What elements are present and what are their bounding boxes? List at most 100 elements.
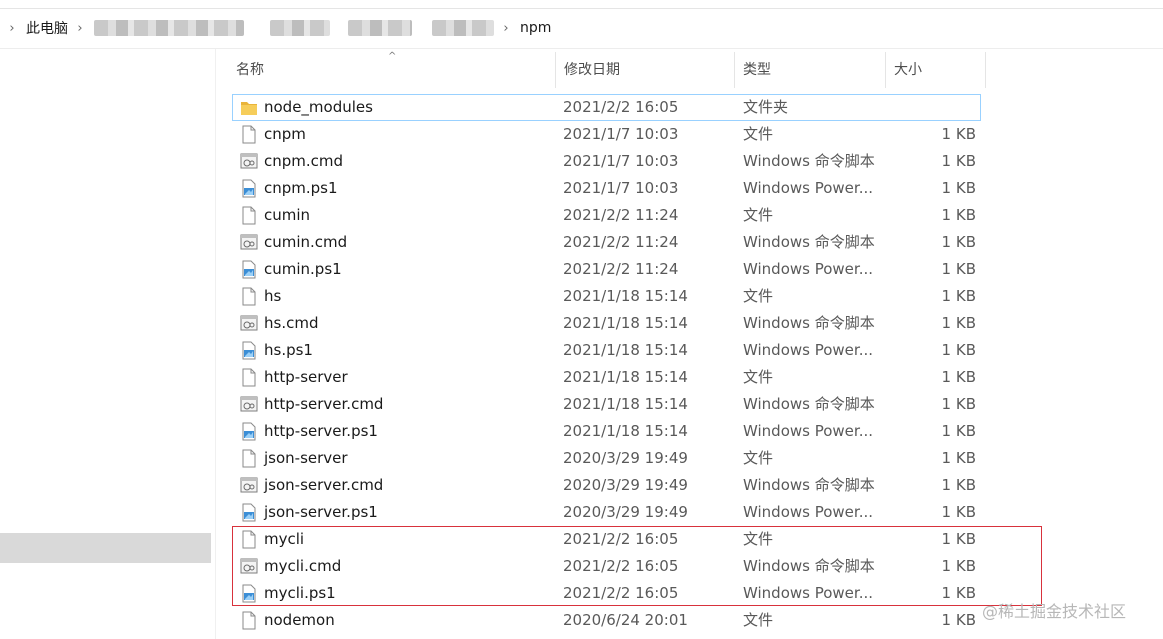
file-type: 文件	[743, 611, 774, 629]
file-icon	[240, 368, 258, 387]
file-modified-date: 2021/1/18 15:14	[563, 341, 688, 359]
file-type: Windows Power...	[743, 503, 874, 521]
file-modified-date: 2021/1/18 15:14	[563, 368, 688, 386]
column-modified-label: 修改日期	[564, 62, 620, 78]
file-type: 文件	[743, 125, 774, 143]
file-row[interactable]: http-server 2021/1/18 15:14 文件 1 KB	[232, 364, 992, 391]
breadcrumb-this-pc[interactable]: 此电脑	[26, 18, 68, 38]
chevron-right-icon[interactable]: ›	[8, 21, 16, 36]
file-name: http-server	[264, 368, 348, 386]
sort-ascending-icon: ^	[388, 51, 397, 62]
file-row[interactable]: json-server 2020/3/29 19:49 文件 1 KB	[232, 445, 992, 472]
powershell-icon	[240, 503, 258, 522]
file-size: 1 KB	[941, 341, 976, 359]
breadcrumb[interactable]: › 此电脑 › › npm	[0, 8, 1163, 49]
file-row[interactable]: http-server.ps1 2021/1/18 15:14 Windows Po…	[232, 418, 992, 445]
file-type: Windows 命令脚本	[743, 152, 875, 170]
file-row[interactable]: cumin.ps1 2021/2/2 11:24 Windows Power... 1…	[232, 256, 992, 283]
file-modified-date: 2020/3/29 19:49	[563, 476, 688, 494]
file-row[interactable]: node_modules 2021/2/2 16:05 文件夹	[232, 94, 981, 121]
file-name: node_modules	[264, 98, 373, 116]
file-name: json-server.cmd	[264, 476, 384, 494]
file-name: json-server	[264, 449, 348, 467]
file-row[interactable]: cnpm.ps1 2021/1/7 10:03 Windows Power... 1 …	[232, 175, 992, 202]
file-size: 1 KB	[941, 233, 976, 251]
file-name: http-server.ps1	[264, 422, 378, 440]
file-row[interactable]: hs 2021/1/18 15:14 文件 1 KB	[232, 283, 992, 310]
file-modified-date: 2021/2/2 11:24	[563, 233, 679, 251]
file-name: hs.ps1	[264, 341, 313, 359]
file-size: 1 KB	[941, 395, 976, 413]
file-name: cnpm.cmd	[264, 152, 344, 170]
file-row[interactable]: hs.ps1 2021/1/18 15:14 Windows Power... 1 K…	[232, 337, 992, 364]
chevron-right-icon[interactable]: ›	[502, 21, 510, 36]
file-size: 1 KB	[941, 449, 976, 467]
file-icon	[240, 206, 258, 225]
pane-divider[interactable]	[215, 49, 216, 639]
chevron-right-icon[interactable]: ›	[76, 21, 84, 36]
file-type: Windows 命令脚本	[743, 395, 875, 413]
cmd-script-icon	[240, 314, 258, 333]
file-name: json-server.ps1	[264, 503, 378, 521]
file-type: Windows Power...	[743, 341, 874, 359]
navigation-selected-item[interactable]	[0, 533, 211, 563]
file-name: hs.cmd	[264, 314, 319, 332]
file-modified-date: 2020/6/24 20:01	[563, 611, 688, 629]
file-type: Windows 命令脚本	[743, 314, 875, 332]
file-size: 1 KB	[941, 503, 976, 521]
highlight-annotation-box	[232, 526, 1042, 606]
file-name: cnpm	[264, 125, 306, 143]
column-header-modified[interactable]: 修改日期	[556, 52, 735, 88]
powershell-icon	[240, 260, 258, 279]
file-row[interactable]: nodemon 2020/6/24 20:01 文件 1 KB	[232, 607, 992, 634]
file-modified-date: 2021/1/18 15:14	[563, 395, 688, 413]
file-row[interactable]: cnpm.cmd 2021/1/7 10:03 Windows 命令脚本 1 KB	[232, 148, 992, 175]
cmd-script-icon	[240, 152, 258, 171]
column-size-label: 大小	[894, 62, 922, 78]
column-header-type[interactable]: 类型	[735, 52, 886, 88]
file-row[interactable]: cumin.cmd 2021/2/2 11:24 Windows 命令脚本 1 KB	[232, 229, 992, 256]
column-header-name[interactable]: 名称 ^	[228, 51, 556, 88]
file-size: 1 KB	[941, 611, 976, 629]
powershell-icon	[240, 179, 258, 198]
file-row[interactable]: json-server.ps1 2020/3/29 19:49 Windows Po…	[232, 499, 992, 526]
file-modified-date: 2020/3/29 19:49	[563, 449, 688, 467]
file-modified-date: 2021/1/7 10:03	[563, 125, 679, 143]
breadcrumb-npm[interactable]: npm	[520, 20, 551, 36]
file-size: 1 KB	[941, 287, 976, 305]
blurred-breadcrumb-segment[interactable]	[432, 20, 494, 36]
file-icon	[240, 125, 258, 144]
file-row[interactable]: hs.cmd 2021/1/18 15:14 Windows 命令脚本 1 KB	[232, 310, 992, 337]
column-header-row: 名称 ^ 修改日期 类型 大小	[228, 51, 988, 88]
file-type: 文件	[743, 368, 774, 386]
file-row[interactable]: json-server.cmd 2020/3/29 19:49 Windows 命令…	[232, 472, 992, 499]
file-icon	[240, 449, 258, 468]
file-modified-date: 2021/2/2 16:05	[563, 98, 679, 116]
folder-icon	[240, 98, 258, 117]
file-name: cumin.ps1	[264, 260, 342, 278]
column-header-size[interactable]: 大小	[886, 52, 986, 88]
file-name: nodemon	[264, 611, 335, 629]
file-type: 文件	[743, 206, 774, 224]
file-row[interactable]: cumin 2021/2/2 11:24 文件 1 KB	[232, 202, 992, 229]
file-modified-date: 2021/1/7 10:03	[563, 152, 679, 170]
blurred-breadcrumb-segment[interactable]	[270, 20, 330, 36]
navigation-pane[interactable]	[0, 49, 212, 639]
file-name: cumin.cmd	[264, 233, 348, 251]
blurred-breadcrumb-segment[interactable]	[94, 20, 244, 36]
file-modified-date: 2021/2/2 11:24	[563, 260, 679, 278]
file-size: 1 KB	[941, 260, 976, 278]
file-row[interactable]: http-server.cmd 2021/1/18 15:14 Windows 命令…	[232, 391, 992, 418]
file-size: 1 KB	[941, 179, 976, 197]
file-type: Windows Power...	[743, 422, 874, 440]
file-icon	[240, 611, 258, 630]
column-type-label: 类型	[743, 62, 771, 78]
blurred-breadcrumb-segment[interactable]	[348, 20, 412, 36]
file-modified-date: 2020/3/29 19:49	[563, 503, 688, 521]
file-row[interactable]: cnpm 2021/1/7 10:03 文件 1 KB	[232, 121, 992, 148]
watermark: @稀土掘金技术社区	[982, 602, 1127, 621]
file-size: 1 KB	[941, 476, 976, 494]
file-modified-date: 2021/2/2 11:24	[563, 206, 679, 224]
cmd-script-icon	[240, 395, 258, 414]
file-size: 1 KB	[941, 125, 976, 143]
